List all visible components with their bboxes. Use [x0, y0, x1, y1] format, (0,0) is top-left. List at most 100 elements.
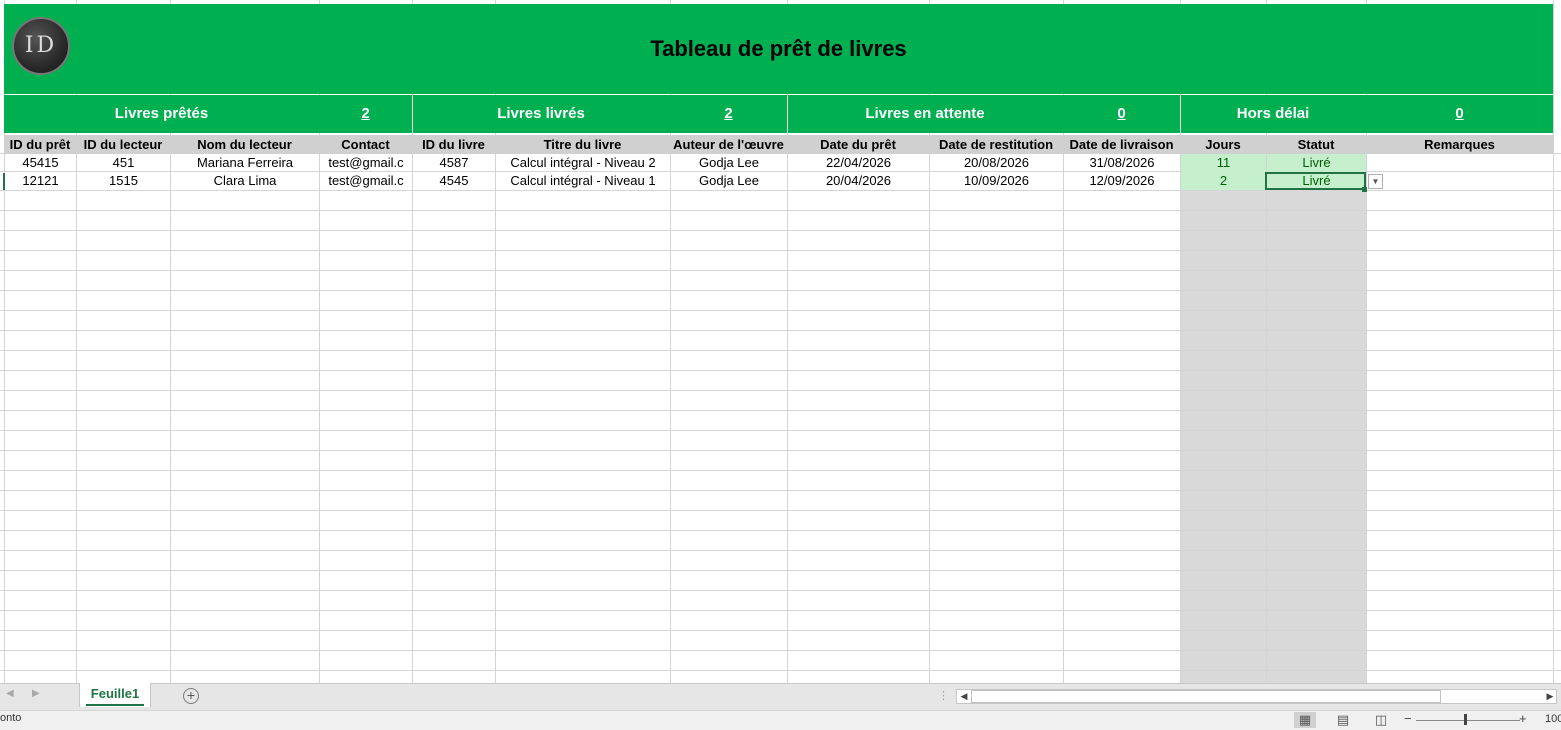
scroll-tabs-right-icon[interactable]: ▶ — [32, 688, 40, 699]
table-cell[interactable]: test@gmail.c — [320, 154, 412, 172]
status-bar — [0, 710, 1561, 730]
grid-row-line — [0, 290, 1561, 291]
grid-row-line — [0, 610, 1561, 611]
scroll-left-arrow-icon[interactable]: ◀ — [957, 689, 971, 704]
kpi-separator — [1180, 95, 1181, 133]
kpi-value[interactable]: 2 — [670, 95, 787, 133]
dropdown-arrow-icon[interactable]: ▼ — [1368, 174, 1383, 189]
grid-row-line — [0, 550, 1561, 551]
table-cell[interactable]: 1515 — [77, 172, 170, 190]
column-header[interactable]: Contact — [319, 135, 412, 154]
table-cell[interactable]: Godja Lee — [671, 154, 787, 172]
sheet-title: Tableau de prêt de livres — [650, 36, 907, 61]
grid-row-line — [0, 510, 1561, 511]
active-tab-underline — [86, 704, 144, 706]
column-header[interactable]: ID du prêt — [4, 135, 76, 154]
grid-row-line — [0, 630, 1561, 631]
grid-row-line — [0, 530, 1561, 531]
table-cell[interactable]: test@gmail.c — [320, 172, 412, 190]
normal-view-icon[interactable]: ▦ — [1294, 712, 1316, 728]
grid-row-line — [0, 490, 1561, 491]
grid-row-line — [0, 450, 1561, 451]
table-cell[interactable] — [1367, 154, 1553, 172]
status-text: onto — [0, 712, 22, 724]
table-cell[interactable]: 20/08/2026 — [930, 154, 1063, 172]
grid-row-line — [0, 430, 1561, 431]
column-header[interactable]: Auteur de l'œuvre — [670, 135, 787, 154]
column-header[interactable]: Titre du livre — [495, 135, 670, 154]
column-header[interactable]: Date de livraison — [1063, 135, 1180, 154]
grid-row-line — [0, 390, 1561, 391]
table-cell[interactable]: 451 — [77, 154, 170, 172]
table-cell[interactable]: 10/09/2026 — [930, 172, 1063, 190]
grid-row-line — [0, 250, 1561, 251]
column-header[interactable]: Statut — [1266, 135, 1366, 154]
column-header[interactable]: Jours — [1180, 135, 1266, 154]
kpi-label: Livres en attente — [865, 105, 985, 122]
table-cell[interactable]: 45415 — [5, 154, 76, 172]
column-header[interactable]: Date du prêt — [787, 135, 929, 154]
column-header[interactable]: ID du lecteur — [76, 135, 170, 154]
column-header[interactable]: Date de restitution — [929, 135, 1063, 154]
table-cell[interactable]: Mariana Ferreira — [171, 154, 319, 172]
table-cell[interactable]: 20/04/2026 — [788, 172, 929, 190]
grid-row-line — [0, 670, 1561, 671]
table-cell[interactable]: 22/04/2026 — [788, 154, 929, 172]
table-cell[interactable]: Calcul intégral - Niveau 2 — [496, 154, 670, 172]
kpi-label: Livres livrés — [497, 105, 585, 122]
zoom-slider[interactable] — [1416, 720, 1520, 721]
kpi-value[interactable]: 0 — [1366, 95, 1553, 133]
spreadsheet-grid[interactable]: ID Tableau de prêt de livres Livres prêt… — [0, 0, 1561, 683]
grid-row-line — [0, 190, 1561, 191]
table-cell[interactable]: Godja Lee — [671, 172, 787, 190]
column-header[interactable]: Nom du lecteur — [170, 135, 319, 154]
table-cell[interactable]: Clara Lima — [171, 172, 319, 190]
kpi-label: Hors délai — [1236, 105, 1310, 122]
grid-row-line — [0, 370, 1561, 371]
grid-row-line — [0, 270, 1561, 271]
column-header[interactable]: ID du livre — [412, 135, 495, 154]
table-cell[interactable]: 31/08/2026 — [1064, 154, 1180, 172]
table-cell[interactable]: 2 — [1181, 172, 1266, 190]
table-cell[interactable]: 11 — [1181, 154, 1266, 172]
grid-row-line — [0, 650, 1561, 651]
title-banner[interactable]: ID Tableau de prêt de livres — [4, 4, 1553, 94]
fill-handle[interactable] — [1362, 187, 1367, 192]
grid-row-line — [0, 230, 1561, 231]
zoom-in-icon[interactable]: + — [1519, 711, 1527, 726]
zoom-slider-thumb[interactable] — [1464, 714, 1467, 725]
scroll-tabs-left-icon[interactable]: ◀ — [6, 688, 14, 699]
add-sheet-icon[interactable]: + — [183, 688, 199, 704]
horizontal-scroll-thumb[interactable] — [971, 690, 1441, 703]
zoom-out-icon[interactable]: − — [1404, 711, 1412, 726]
grid-row-line — [0, 410, 1561, 411]
page-break-view-icon[interactable]: ◫ — [1370, 712, 1392, 728]
table-cell[interactable]: 4545 — [413, 172, 495, 190]
tab-splitter-icon[interactable]: ⋮ — [938, 689, 949, 702]
grid-row-line — [0, 570, 1561, 571]
zoom-level[interactable]: 100 — [1545, 713, 1561, 725]
row-selection-marker — [3, 173, 5, 190]
kpi-value[interactable]: 0 — [1063, 95, 1180, 133]
grid-row-line — [0, 210, 1561, 211]
table-cell[interactable]: Calcul intégral - Niveau 1 — [496, 172, 670, 190]
grid-row-line — [0, 330, 1561, 331]
grid-row-line — [0, 310, 1561, 311]
kpi-label: Livres prêtés — [114, 105, 209, 122]
table-cell[interactable]: 4587 — [413, 154, 495, 172]
table-cell[interactable] — [1367, 172, 1553, 190]
table-cell[interactable]: 12/09/2026 — [1064, 172, 1180, 190]
active-cell-selection[interactable] — [1265, 172, 1366, 190]
kpi-value[interactable]: 2 — [319, 95, 412, 133]
kpi-separator — [412, 95, 413, 133]
kpi-separator — [787, 95, 788, 133]
grid-column-line — [1553, 0, 1554, 683]
grid-row-line — [0, 590, 1561, 591]
table-cell[interactable]: Livré — [1267, 154, 1366, 172]
table-cell[interactable]: 12121 — [5, 172, 76, 190]
column-header[interactable]: Remarques — [1366, 135, 1553, 154]
scroll-right-arrow-icon[interactable]: ▶ — [1543, 689, 1557, 704]
grid-row-line — [0, 470, 1561, 471]
page-layout-view-icon[interactable]: ▤ — [1332, 712, 1354, 728]
grid-row-line — [0, 350, 1561, 351]
